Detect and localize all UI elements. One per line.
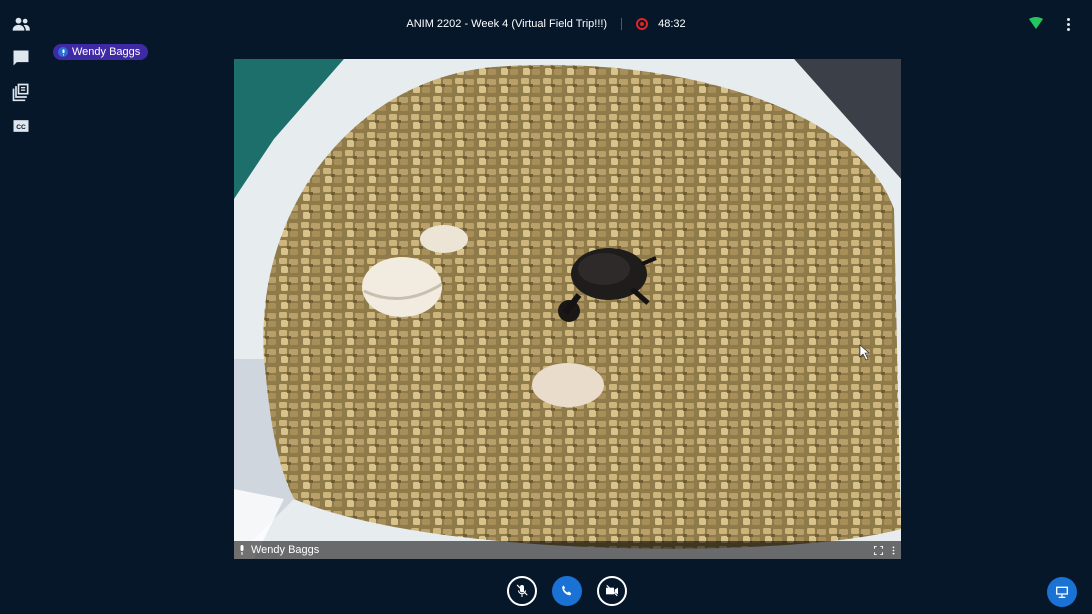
connection-status-icon[interactable] [1029, 17, 1043, 29]
notes-button[interactable] [8, 79, 34, 105]
meeting-title: ANIM 2202 - Week 4 (Virtual Field Trip!!… [406, 18, 608, 30]
recording-time: 48:32 [658, 18, 686, 30]
video-footer: Wendy Baggs [234, 541, 901, 559]
presentation-icon [1056, 586, 1068, 598]
video-participant-name: Wendy Baggs [251, 544, 320, 556]
header-divider [621, 18, 623, 30]
meeting-header: ANIM 2202 - Week 4 (Virtual Field Trip!!… [0, 14, 1092, 34]
talker-name: Wendy Baggs [72, 46, 141, 58]
conference-app: CC Wendy Baggs ANIM 2202 - Week 4 (Virtu… [0, 0, 1092, 614]
captions-button[interactable]: CC [8, 113, 34, 139]
video-stream[interactable]: Wendy Baggs [234, 59, 901, 559]
camera-off-icon [606, 584, 618, 597]
chat-icon [13, 50, 29, 66]
video-frame [234, 59, 901, 559]
camera-button[interactable] [597, 576, 627, 606]
closed-captions-icon: CC [13, 120, 29, 132]
audio-button[interactable] [552, 576, 582, 606]
video-options-icon[interactable] [887, 544, 899, 556]
phone-icon [562, 585, 572, 596]
talking-indicator[interactable]: Wendy Baggs [53, 44, 149, 60]
notes-icon [12, 83, 29, 102]
fullscreen-icon[interactable] [872, 544, 884, 556]
options-menu-icon[interactable] [1060, 15, 1076, 33]
svg-text:CC: CC [16, 124, 26, 131]
presentation-button[interactable] [1047, 577, 1077, 607]
microphone-muted-icon [516, 584, 528, 597]
microphone-icon [58, 47, 68, 57]
mute-button[interactable] [507, 576, 537, 606]
microphone-icon [237, 544, 247, 556]
chat-button[interactable] [8, 45, 34, 71]
recording-icon[interactable] [636, 18, 649, 30]
